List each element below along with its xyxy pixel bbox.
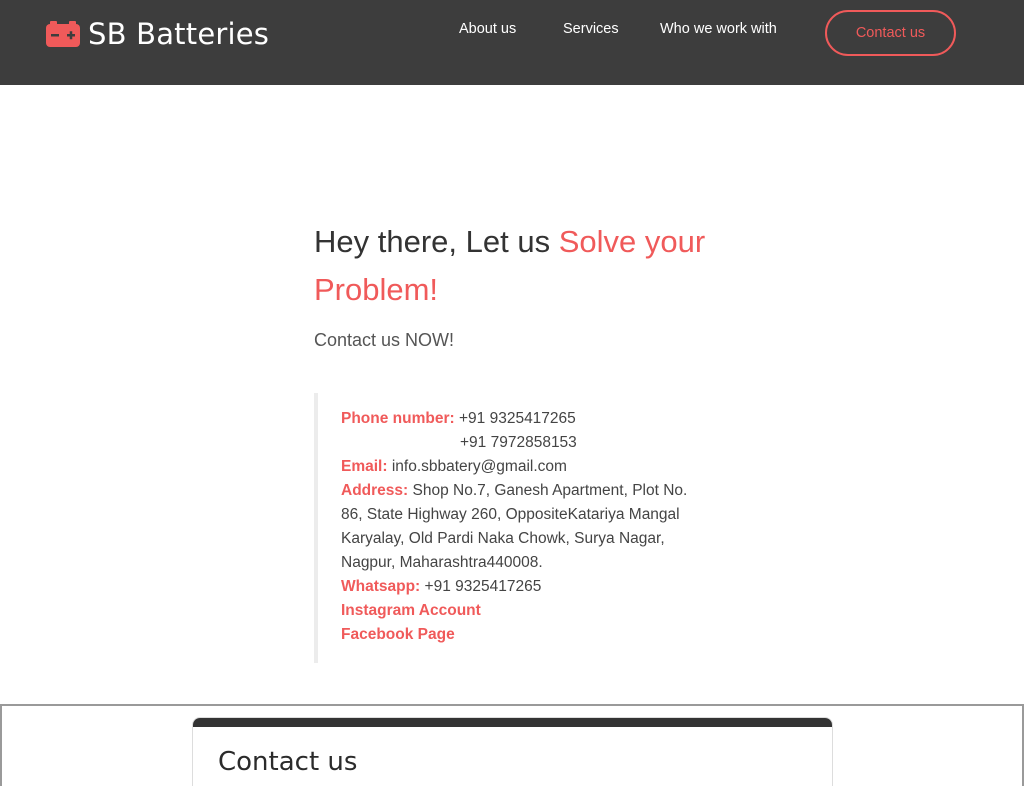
address-label: Address: <box>341 482 409 499</box>
nav-services[interactable]: Services <box>563 20 619 38</box>
brand-link[interactable]: SB Batteries <box>46 17 269 51</box>
hero-subtitle: Contact us NOW! <box>314 330 455 350</box>
facebook-link[interactable]: Facebook Page <box>341 623 694 647</box>
whatsapp-line: Whatsapp: +91 9325417265 <box>341 575 694 599</box>
email-line: Email: info.sbbatery@gmail.com <box>341 455 694 479</box>
phone-label: Phone number: <box>341 410 455 427</box>
hero-section: Hey there, Let us Solve your Problem! Co… <box>314 218 734 351</box>
hero-title: Hey there, Let us Solve your Problem! <box>314 218 734 314</box>
whatsapp-label: Whatsapp: <box>341 578 421 595</box>
phone-number-1: +91 9325417265 <box>458 410 576 427</box>
contact-card: Contact us <box>192 717 833 786</box>
top-navbar: SB Batteries About us Services Who we wo… <box>0 0 1024 85</box>
email-value: info.sbbatery@gmail.com <box>391 458 567 475</box>
whatsapp-value: +91 9325417265 <box>424 578 542 595</box>
address-line: Address: Shop No.7, Ganesh Apartment, Pl… <box>341 479 694 575</box>
email-label: Email: <box>341 458 388 475</box>
contact-info-block: Phone number: +91 9325417265 +91 7972858… <box>314 393 694 663</box>
contact-us-button[interactable]: Contact us <box>825 10 956 56</box>
phone-line: Phone number: +91 9325417265 <box>341 407 694 431</box>
brand-name: SB Batteries <box>88 17 270 51</box>
hero-title-plain: Hey there, Let us <box>314 224 559 259</box>
nav-about-us[interactable]: About us <box>459 20 516 38</box>
nav-who-we-work-with[interactable]: Who we work with <box>660 20 777 38</box>
card-top-bar <box>193 718 832 727</box>
battery-icon <box>46 21 80 47</box>
contact-section-title: Contact us <box>218 747 358 777</box>
instagram-link[interactable]: Instagram Account <box>341 599 694 623</box>
phone-number-2: +91 7972858153 <box>460 434 577 451</box>
